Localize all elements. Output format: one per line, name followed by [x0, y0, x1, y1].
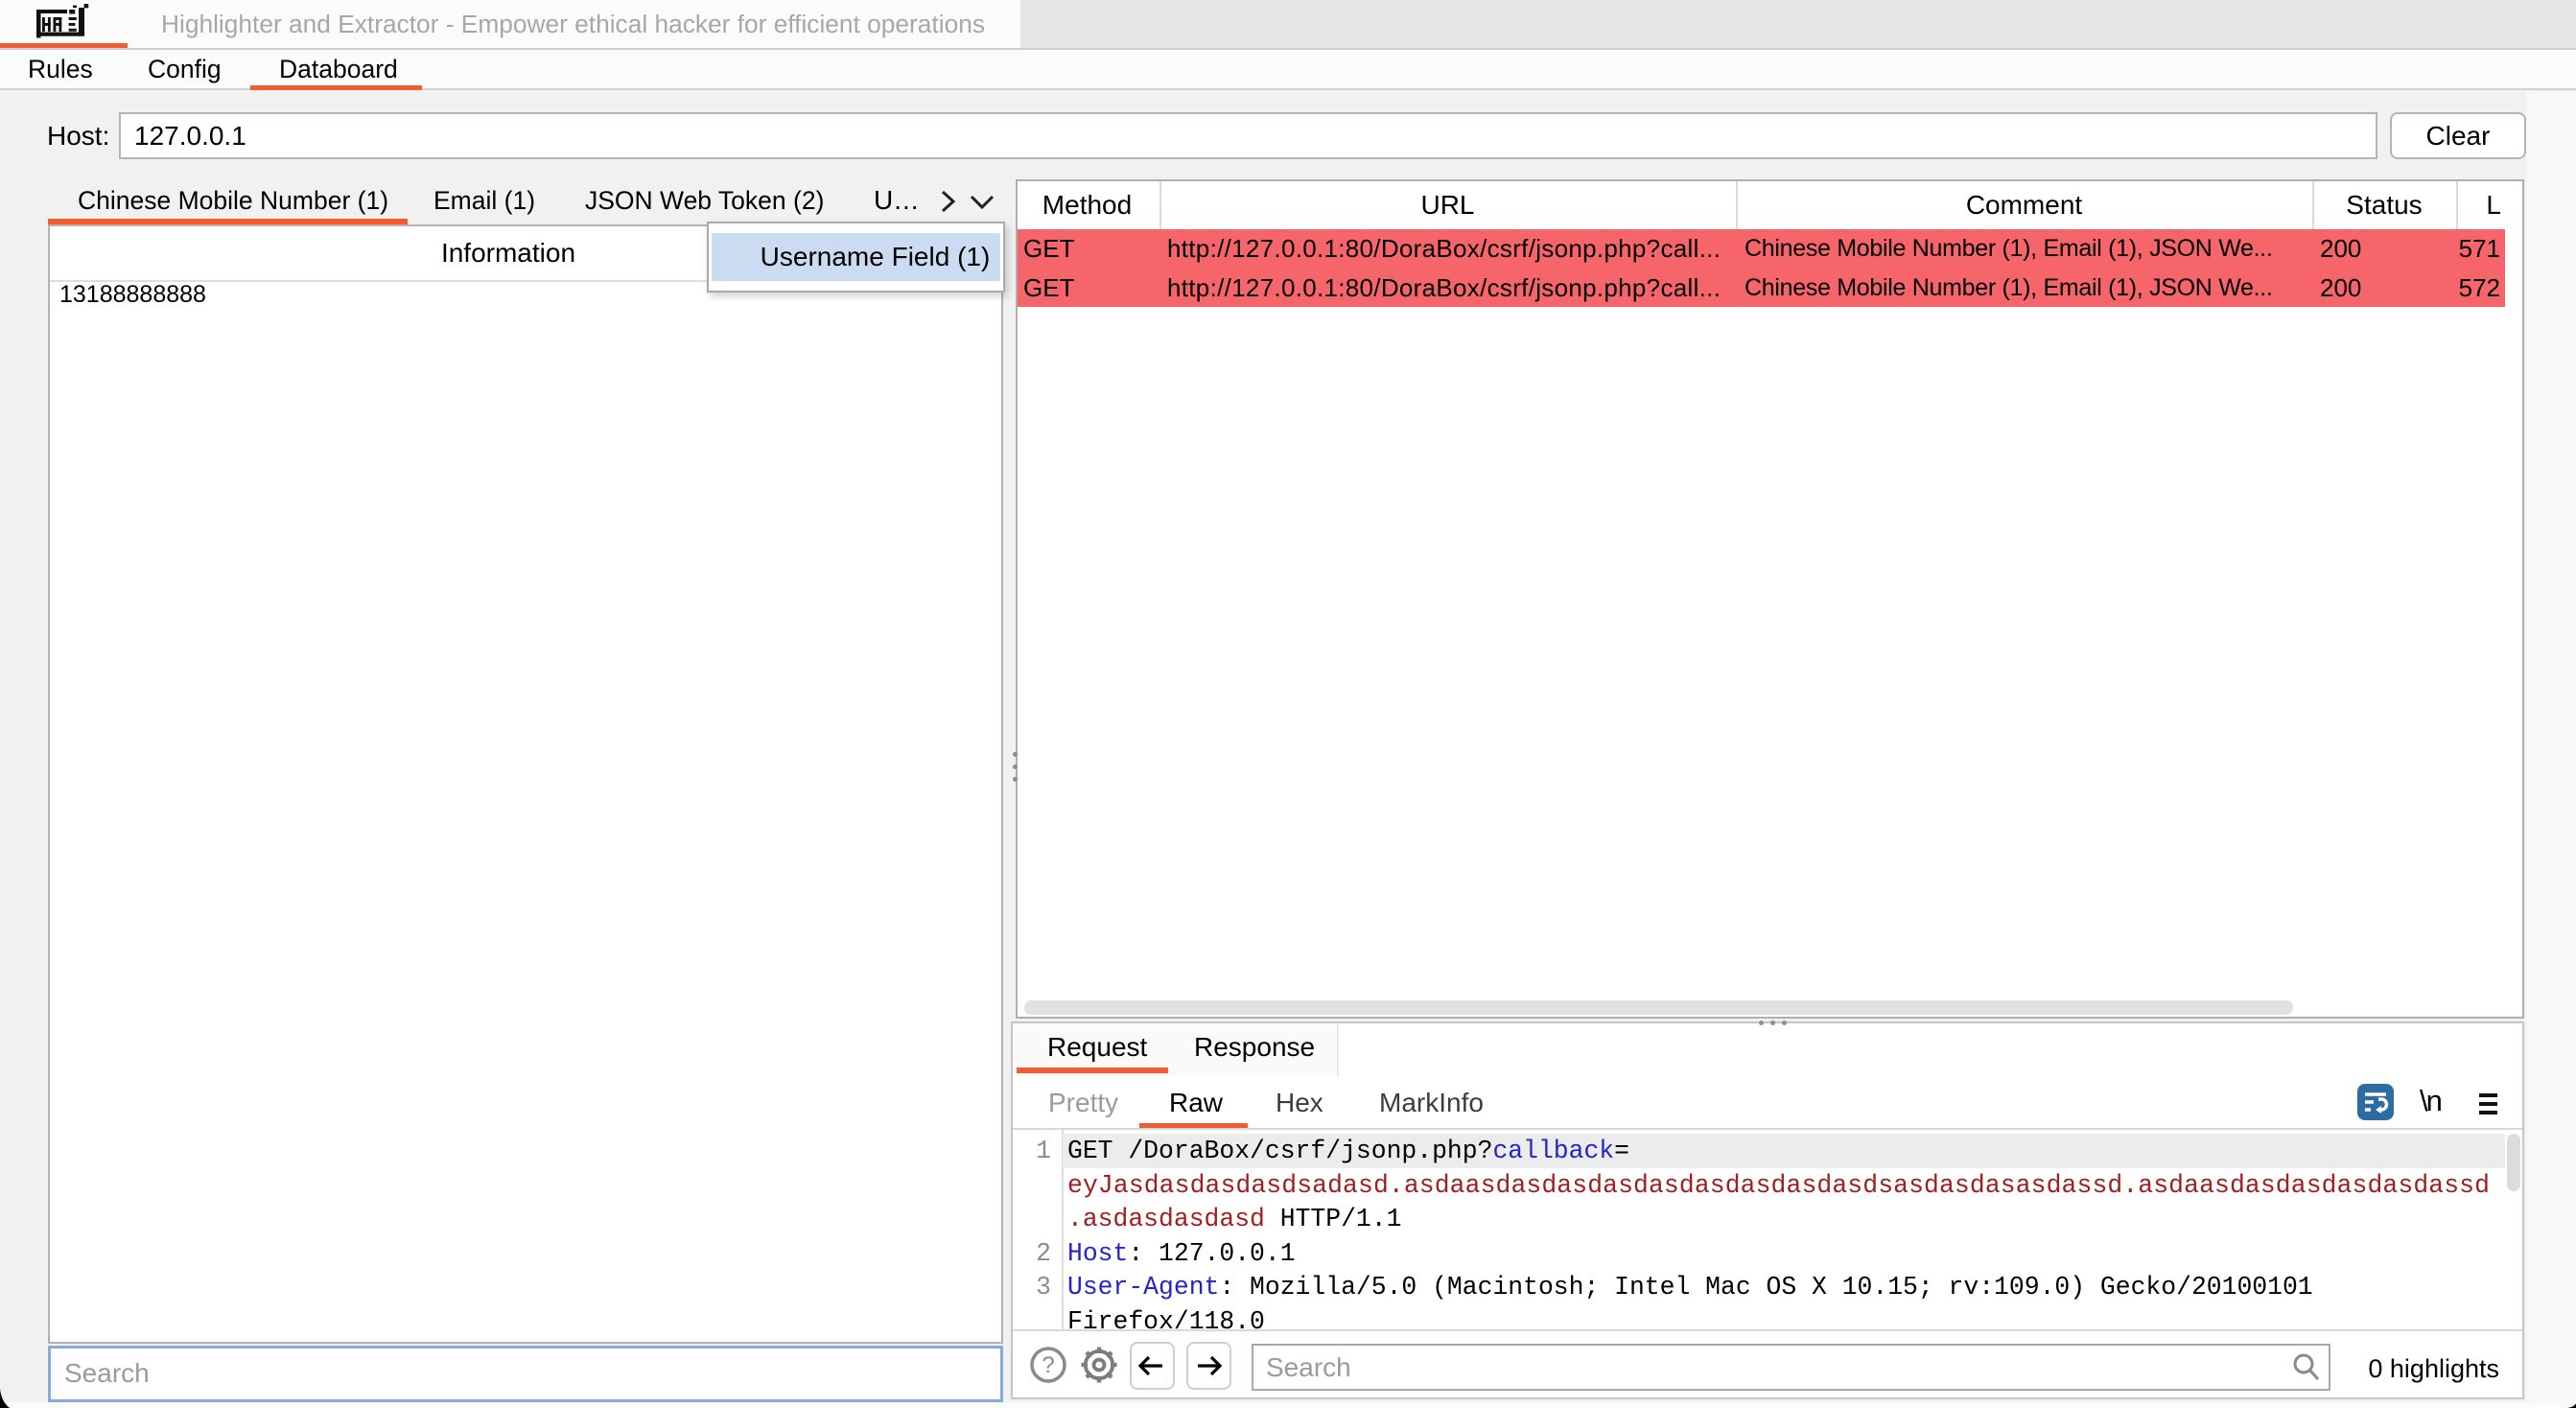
svg-text:?: ?	[1042, 1352, 1054, 1378]
